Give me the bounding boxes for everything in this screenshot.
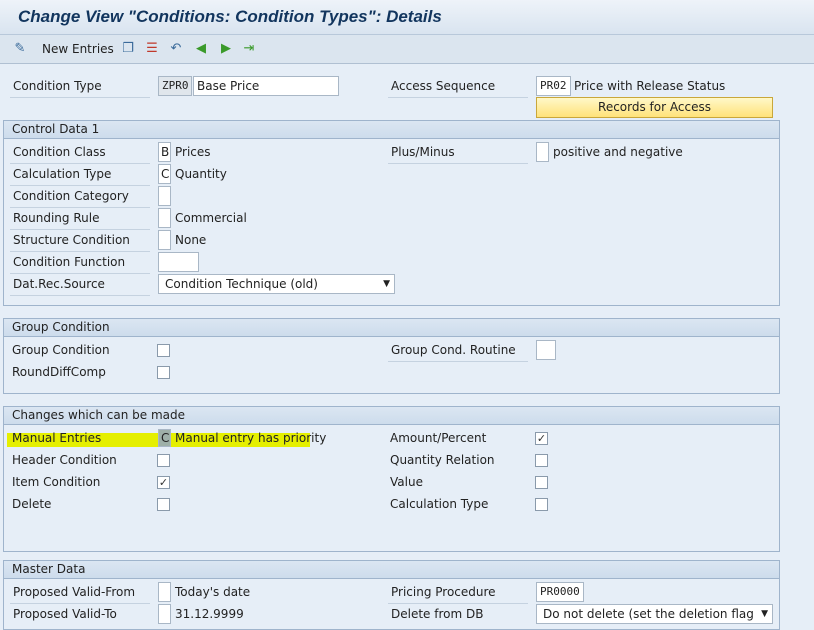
delete-button[interactable]: ☰ bbox=[144, 39, 160, 59]
display-change-icon: ✎ bbox=[14, 41, 26, 56]
toolbar: ✎ New Entries ❐ ☰ ↶ ◀ ▶ ⇥ bbox=[0, 35, 814, 64]
round-diff-comp-checkbox[interactable] bbox=[157, 366, 170, 379]
group-condition-checkbox[interactable] bbox=[157, 344, 170, 357]
manual-entries-label: Manual Entries bbox=[12, 431, 102, 445]
dat-rec-source-label: Dat.Rec.Source bbox=[10, 274, 150, 296]
delete-checkbox[interactable] bbox=[157, 498, 170, 511]
header-condition-checkbox[interactable] bbox=[157, 454, 170, 467]
copy-icon: ❐ bbox=[122, 41, 134, 56]
condition-category-label: Condition Category bbox=[10, 186, 150, 208]
group-cond-routine-field[interactable] bbox=[536, 340, 556, 360]
condition-function-field[interactable] bbox=[158, 252, 199, 272]
section-title: Master Data bbox=[4, 561, 779, 579]
item-condition-checkbox[interactable]: ✓ bbox=[157, 476, 170, 489]
access-sequence-label: Access Sequence bbox=[388, 76, 528, 98]
undo-icon: ↶ bbox=[170, 41, 182, 56]
value-label: Value bbox=[390, 475, 423, 489]
undo-button[interactable]: ↶ bbox=[168, 39, 184, 59]
item-condition-label: Item Condition bbox=[12, 475, 101, 489]
condition-type-field[interactable]: ZPR0 bbox=[158, 76, 192, 96]
rounding-rule-label: Rounding Rule bbox=[10, 208, 150, 230]
valid-from-description: Today's date bbox=[175, 585, 251, 599]
condition-function-label: Condition Function bbox=[10, 252, 150, 274]
chevron-down-icon: ▼ bbox=[383, 279, 390, 289]
structure-condition-description: None bbox=[175, 233, 207, 247]
title-bar: Change View "Conditions: Condition Types… bbox=[0, 0, 814, 35]
dat-rec-source-value: Condition Technique (old) bbox=[165, 277, 318, 291]
structure-condition-field[interactable] bbox=[158, 230, 171, 250]
pricing-procedure-field[interactable]: PR0000 bbox=[536, 582, 584, 602]
copy-button[interactable]: ❐ bbox=[120, 39, 136, 59]
condition-class-label: Condition Class bbox=[10, 142, 150, 164]
plus-minus-label: Plus/Minus bbox=[388, 142, 528, 164]
calculation-type-description: Quantity bbox=[175, 167, 227, 181]
condition-category-field[interactable] bbox=[158, 186, 171, 206]
previous-entry-icon: ◀ bbox=[196, 41, 206, 56]
dat-rec-source-dropdown[interactable]: Condition Technique (old) ▼ bbox=[158, 274, 395, 294]
valid-from-field[interactable] bbox=[158, 582, 171, 602]
calc-type-checkbox[interactable] bbox=[535, 498, 548, 511]
manual-entries-field[interactable]: C bbox=[158, 429, 171, 447]
structure-condition-label: Structure Condition bbox=[10, 230, 150, 252]
select-all-button[interactable]: ⇥ bbox=[241, 39, 257, 59]
calculation-type-field[interactable]: C bbox=[158, 164, 171, 184]
calculation-type-label: Calculation Type bbox=[10, 164, 150, 186]
group-cond-routine-label: Group Cond. Routine bbox=[388, 340, 528, 362]
amount-percent-label: Amount/Percent bbox=[390, 431, 487, 445]
delete-icon: ☰ bbox=[146, 41, 158, 56]
section-title: Control Data 1 bbox=[4, 121, 779, 139]
condition-type-label: Condition Type bbox=[10, 76, 150, 98]
pricing-procedure-label: Pricing Procedure bbox=[388, 582, 528, 604]
next-entry-icon: ▶ bbox=[221, 41, 231, 56]
amount-percent-checkbox[interactable]: ✓ bbox=[535, 432, 548, 445]
next-entry-button[interactable]: ▶ bbox=[218, 39, 234, 59]
value-checkbox[interactable] bbox=[535, 476, 548, 489]
valid-to-field[interactable] bbox=[158, 604, 171, 624]
previous-entry-button[interactable]: ◀ bbox=[193, 39, 209, 59]
round-diff-comp-label: RoundDiffComp bbox=[12, 365, 106, 379]
calc-type-label: Calculation Type bbox=[390, 497, 489, 511]
records-for-access-button[interactable]: Records for Access bbox=[536, 97, 773, 118]
valid-to-label: Proposed Valid-To bbox=[13, 607, 117, 621]
access-sequence-description: Price with Release Status bbox=[574, 79, 726, 93]
delete-label: Delete bbox=[12, 497, 52, 511]
valid-to-description: 31.12.9999 bbox=[175, 607, 244, 621]
condition-class-description: Prices bbox=[175, 145, 211, 159]
plus-minus-field[interactable] bbox=[536, 142, 549, 162]
select-all-icon: ⇥ bbox=[243, 41, 255, 56]
chevron-down-icon: ▼ bbox=[761, 605, 768, 623]
delete-from-db-label: Delete from DB bbox=[391, 607, 484, 621]
valid-from-label: Proposed Valid-From bbox=[10, 582, 150, 604]
condition-class-field[interactable]: B bbox=[158, 142, 171, 162]
section-title: Changes which can be made bbox=[4, 407, 779, 425]
rounding-rule-field[interactable] bbox=[158, 208, 171, 228]
access-sequence-field[interactable]: PR02 bbox=[536, 76, 571, 96]
delete-from-db-dropdown[interactable]: Do not delete (set the deletion flag ▼ bbox=[536, 604, 773, 624]
group-condition-label: Group Condition bbox=[12, 343, 110, 357]
new-entries-button[interactable]: New Entries bbox=[42, 39, 114, 59]
quantity-relation-checkbox[interactable] bbox=[535, 454, 548, 467]
display-change-button[interactable]: ✎ bbox=[12, 39, 28, 59]
plus-minus-description: positive and negative bbox=[553, 145, 683, 159]
section-title: Group Condition bbox=[4, 319, 779, 337]
quantity-relation-label: Quantity Relation bbox=[390, 453, 495, 467]
manual-entries-description: Manual entry has priority bbox=[175, 431, 327, 445]
new-entries-label: New Entries bbox=[42, 42, 114, 56]
condition-type-description: Base Price bbox=[193, 76, 339, 96]
delete-from-db-value: Do not delete (set the deletion flag bbox=[543, 607, 754, 621]
page-title: Change View "Conditions: Condition Types… bbox=[18, 7, 442, 26]
rounding-rule-description: Commercial bbox=[175, 211, 247, 225]
header-condition-label: Header Condition bbox=[12, 453, 117, 467]
